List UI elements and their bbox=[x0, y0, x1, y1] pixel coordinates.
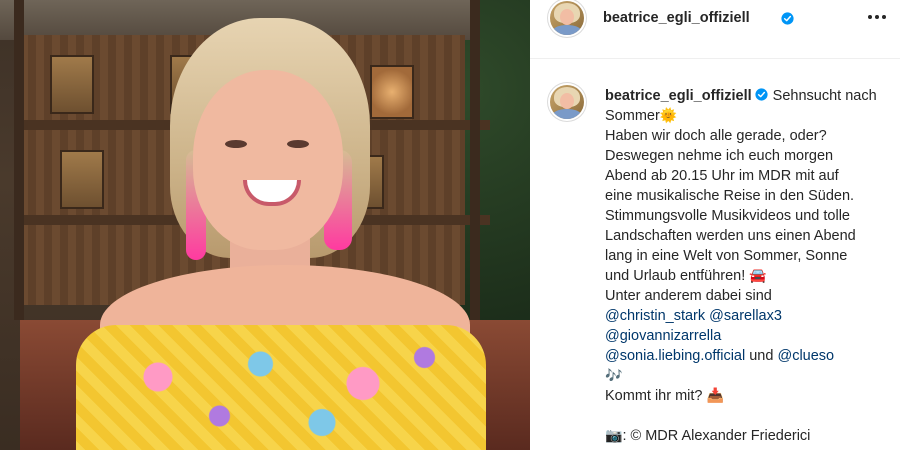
caption-line: Deswegen nehme ich euch morgen bbox=[605, 148, 834, 164]
mention-link[interactable]: @giovannizarrella bbox=[605, 328, 721, 344]
closing-question: Kommt ihr mit? bbox=[605, 388, 703, 404]
mention-link[interactable]: @sonia.liebing.official bbox=[605, 348, 745, 364]
camera-emoji-icon: 📷 bbox=[605, 428, 623, 444]
more-horizontal-icon[interactable] bbox=[866, 10, 888, 24]
caption-line: Haben wir doch alle gerade, oder? bbox=[605, 128, 827, 144]
suitcase-emoji-icon: 📥 bbox=[706, 388, 724, 404]
mention-link[interactable]: @christin_stark bbox=[605, 308, 705, 324]
car-emoji-icon: 🚘 bbox=[749, 268, 767, 284]
and-word: und bbox=[749, 348, 774, 364]
caption-line: Stimmungsvolle Musikvideos und tolle bbox=[605, 208, 850, 224]
mentions-intro: Unter anderem dabei sind bbox=[605, 288, 772, 304]
caption-line: lang in eine Welt von Sommer, Sonne bbox=[605, 248, 848, 264]
caption-author-avatar[interactable] bbox=[550, 85, 584, 119]
mention-link[interactable]: @sarellax3 bbox=[709, 308, 782, 324]
post-sidebar: beatrice_egli_offiziell beatrice_egli_of… bbox=[530, 0, 900, 450]
caption-line: Abend ab 20.15 Uhr im MDR mit auf bbox=[605, 168, 839, 184]
post-photo[interactable] bbox=[0, 0, 530, 450]
author-username[interactable]: beatrice_egli_offiziell bbox=[603, 10, 750, 26]
post-caption: beatrice_egli_offiziell Sehnsucht nach So… bbox=[605, 86, 895, 446]
eye bbox=[225, 140, 247, 148]
caption-line: eine musikalische Reise in den Süden. bbox=[605, 188, 855, 204]
author-avatar[interactable] bbox=[550, 1, 584, 35]
caption-line: und Urlaub entführen! bbox=[605, 268, 746, 284]
post-header: beatrice_egli_offiziell bbox=[530, 0, 900, 36]
caption-line: Landschaften werden uns einen Abend bbox=[605, 228, 856, 244]
instagram-post-view: beatrice_egli_offiziell beatrice_egli_of… bbox=[0, 0, 900, 450]
eye bbox=[287, 140, 309, 148]
smile bbox=[243, 180, 301, 206]
verified-badge-icon bbox=[781, 12, 794, 25]
photo-credit: © MDR Alexander Friederici bbox=[630, 428, 811, 444]
portrait-woman bbox=[70, 0, 490, 450]
verified-badge-icon bbox=[755, 88, 768, 101]
floral-dress bbox=[76, 325, 486, 450]
mention-link[interactable]: @clueso bbox=[777, 348, 834, 364]
sun-emoji-icon: 🌞 bbox=[659, 108, 678, 124]
caption-username[interactable]: beatrice_egli_offiziell bbox=[605, 88, 752, 104]
wood-post bbox=[14, 0, 24, 320]
face bbox=[193, 70, 343, 250]
music-notes-emoji-icon: 🎶 bbox=[605, 368, 623, 384]
header-divider bbox=[530, 58, 900, 59]
